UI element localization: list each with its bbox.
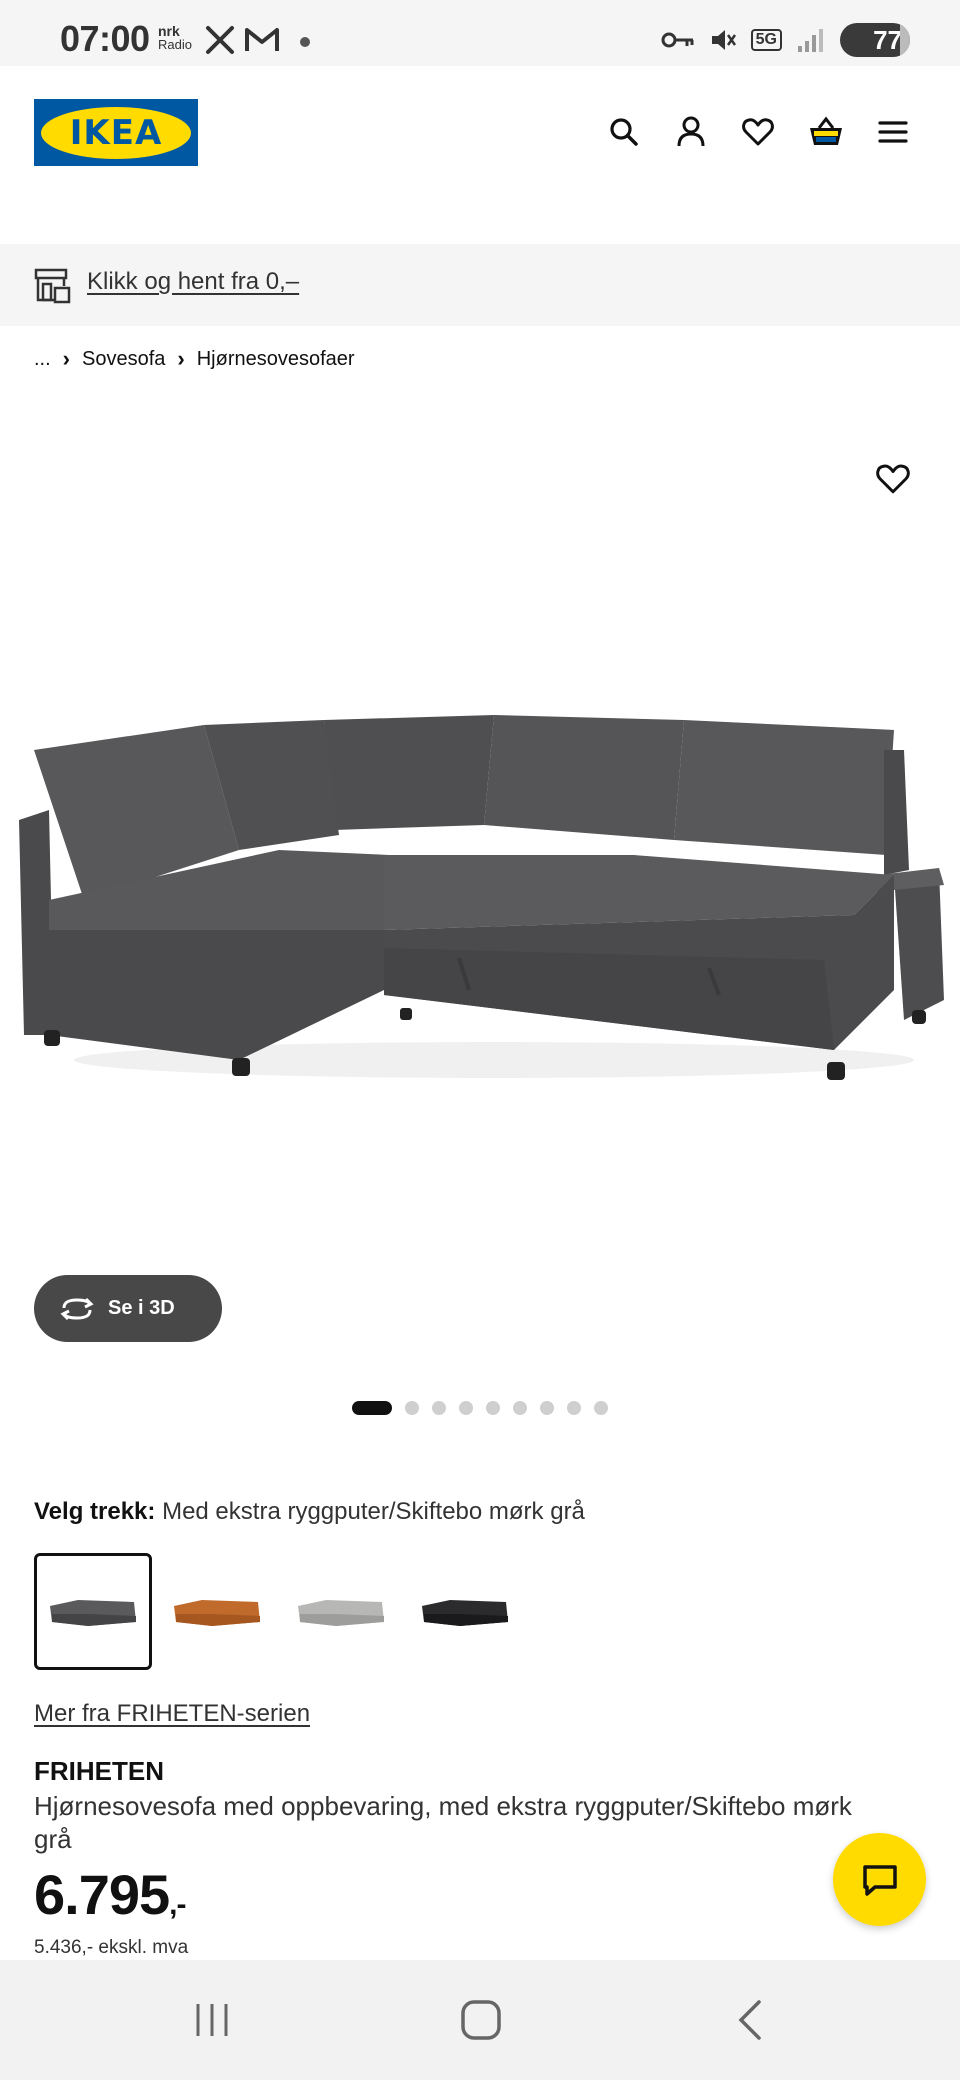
pickup-banner: Klikk og hent fra 0,– [0, 244, 960, 326]
battery-level: 77 [873, 24, 902, 55]
cover-value: Med ekstra ryggputer/Skiftebo mørk grå [162, 1498, 585, 1525]
carousel-dot[interactable] [459, 1401, 473, 1415]
carousel-dot[interactable] [486, 1401, 500, 1415]
home-icon[interactable] [451, 1990, 511, 2050]
account-icon[interactable] [671, 112, 711, 152]
breadcrumb-item-hjornesovesofaer[interactable]: Hjørnesovesofaer [197, 348, 355, 371]
logo-text: IKEA [69, 112, 163, 153]
series-link[interactable]: Mer fra FRIHETEN-serien [34, 1700, 310, 1728]
chevron-right-icon: › [62, 346, 70, 371]
cover-swatch-light-grey[interactable] [282, 1553, 400, 1670]
price-suffix: ,- [169, 1888, 186, 1921]
breadcrumb-ellipsis[interactable]: ... [34, 348, 51, 371]
status-right: 5G 77 [661, 20, 910, 60]
nrk-radio-icon: nrk Radio [158, 24, 192, 52]
search-icon[interactable] [604, 112, 644, 152]
logo-oval: IKEA [41, 106, 191, 159]
chat-icon [862, 1864, 897, 1896]
breadcrumb: ... › Sovesofa › Hjørnesovesofaer [34, 346, 355, 372]
status-time: 07:00 [60, 18, 150, 59]
carousel-dot[interactable] [567, 1401, 581, 1415]
x-app-icon [206, 26, 234, 54]
notification-dot-icon [300, 37, 310, 47]
basket-icon[interactable] [806, 112, 846, 152]
product-name: FRIHETEN [34, 1756, 164, 1786]
cover-swatch-dark-grey[interactable] [34, 1553, 152, 1670]
cover-swatch-orange[interactable] [158, 1553, 276, 1670]
battery-indicator: 77 [840, 23, 910, 57]
carousel-dot[interactable] [594, 1401, 608, 1415]
status-bar: 07:00 nrk Radio 5G 77 [0, 0, 960, 66]
heart-icon[interactable] [738, 112, 778, 152]
recent-apps-icon[interactable] [182, 1990, 242, 2050]
swatch-sofa-thumbnail [422, 1599, 508, 1626]
price-ex-vat: 5.436,- ekskl. mva [34, 1937, 189, 1958]
cover-label: Velg trekk: [34, 1498, 156, 1525]
rotate-3d-icon [60, 1297, 94, 1320]
swatch-sofa-thumbnail [174, 1599, 260, 1626]
cover-swatch-black[interactable] [406, 1553, 524, 1670]
radio-label: Radio [158, 37, 192, 52]
swatch-sofa-thumbnail [298, 1599, 384, 1626]
back-icon[interactable] [720, 1990, 780, 2050]
ikea-logo[interactable]: IKEA [34, 99, 198, 166]
cover-selection-title: Velg trekk: Med ekstra ryggputer/Skifteb… [34, 1498, 585, 1526]
swatch-sofa-thumbnail [50, 1599, 136, 1626]
vpn-key-icon [661, 32, 694, 48]
price-value: 6.795 [34, 1863, 170, 1926]
carousel-dot[interactable] [352, 1401, 392, 1415]
view-3d-label: Se i 3D [108, 1297, 175, 1319]
carousel-dot[interactable] [405, 1401, 419, 1415]
chat-button[interactable] [833, 1833, 926, 1926]
favourite-heart-icon[interactable] [876, 463, 910, 497]
carousel-dot[interactable] [540, 1401, 554, 1415]
breadcrumb-item-sovesofa[interactable]: Sovesofa [82, 348, 165, 371]
carousel-dot[interactable] [513, 1401, 527, 1415]
chevron-right-icon: › [177, 346, 185, 371]
system-nav-bar [0, 1960, 960, 2080]
cover-swatches [34, 1553, 524, 1670]
product-image[interactable] [14, 690, 944, 1090]
site-header: IKEA [0, 66, 960, 244]
signal-icon [798, 29, 823, 52]
menu-icon[interactable] [873, 112, 913, 152]
image-carousel-dots [352, 1401, 608, 1415]
product-price: 6.795,- [34, 1862, 186, 1927]
mute-icon [711, 30, 736, 50]
network-5g-badge: 5G [750, 29, 782, 51]
gmail-icon [245, 28, 279, 51]
view-3d-button[interactable]: Se i 3D [34, 1275, 222, 1342]
store-pickup-icon [34, 268, 71, 304]
product-description: Hjørnesovesofa med oppbevaring, med ekst… [34, 1791, 852, 1854]
click-and-collect-link[interactable]: Klikk og hent fra 0,– [87, 268, 299, 296]
carousel-dot[interactable] [432, 1401, 446, 1415]
